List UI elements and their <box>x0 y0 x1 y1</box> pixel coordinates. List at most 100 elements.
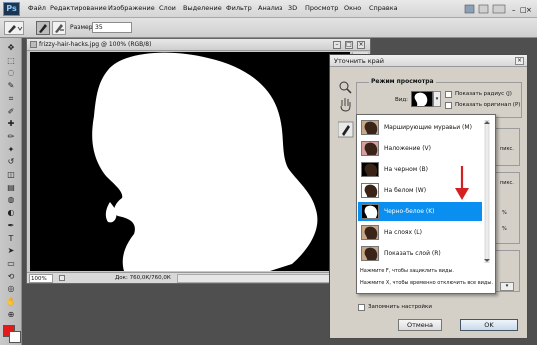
view-mode-option[interactable]: Черно-белое (K) <box>358 202 482 221</box>
brush-icon[interactable]: ✏ <box>4 131 18 143</box>
menu-view[interactable]: Просмотр <box>305 4 338 12</box>
menu-select[interactable]: Выделение <box>183 4 222 12</box>
minimize-icon[interactable]: – <box>333 41 341 49</box>
brush-preset-icon <box>8 25 23 33</box>
dodge-icon[interactable]: ◐ <box>4 207 18 219</box>
maximize-icon[interactable]: □ <box>345 41 353 49</box>
eraser-icon[interactable]: ◫ <box>4 169 18 181</box>
view-mode-option[interactable]: Показать слой (R) <box>358 244 482 263</box>
canvas-mask-preview[interactable] <box>30 52 350 271</box>
menu-bar: Ps Файл Редактирование Изображение Слои … <box>0 0 537 18</box>
menu-layers[interactable]: Слои <box>159 4 176 12</box>
photoshop-logo: Ps <box>3 2 20 16</box>
marquee-icon[interactable]: ⬚ <box>4 55 18 67</box>
crop-icon[interactable]: ⌗ <box>4 93 18 105</box>
view-mode-option-label: На белом (W) <box>384 187 427 194</box>
svg-text:×: × <box>526 6 532 14</box>
cancel-button[interactable]: Отмена <box>398 319 442 331</box>
view-mode-option-label: Черно-белое (K) <box>384 208 435 215</box>
refine-radius-icon <box>39 24 47 33</box>
remember-settings-checkbox[interactable] <box>358 304 365 311</box>
stamp-icon[interactable]: ✦ <box>4 144 18 156</box>
path-select-icon[interactable]: ➤ <box>4 245 18 257</box>
menu-help[interactable]: Справка <box>369 4 398 12</box>
dropdown-scrollbar-graphic <box>484 119 490 264</box>
show-original-checkbox[interactable] <box>445 102 452 109</box>
remember-settings-label: Запомнить настройки <box>368 304 432 310</box>
output-dropdown-arrow[interactable]: ▾ <box>500 282 514 291</box>
red-down-arrow-icon <box>455 166 469 200</box>
view-mode-option[interactable]: Наложение (V) <box>358 139 482 158</box>
dialog-close-icon[interactable]: × <box>515 57 524 65</box>
history-brush-icon[interactable]: ↺ <box>4 156 18 168</box>
view-mode-option[interactable]: Марширующие муравьи (M) <box>358 118 482 137</box>
shift-edge-unit: % <box>502 226 507 232</box>
view-mode-thumbnail <box>361 204 379 219</box>
document-status-bar: 100% Док: 760,0К/760,0К <box>27 272 370 283</box>
move-icon[interactable]: ✥ <box>4 42 18 54</box>
refine-radius-tool-button[interactable] <box>36 21 50 35</box>
view-mode-thumbnail <box>361 141 379 156</box>
size-label: Размер: <box>70 24 95 31</box>
dropdown-hint-cycle: Нажмите F, чтобы зациклить виды. <box>360 268 455 274</box>
view-label: Вид: <box>395 97 409 103</box>
blur-icon[interactable]: ◍ <box>4 194 18 206</box>
app-bar-icons: – □ × <box>463 3 533 15</box>
menu-image[interactable]: Изображение <box>108 4 155 12</box>
view-mode-option[interactable]: На слоях (L) <box>358 223 482 242</box>
menu-window[interactable]: Окно <box>344 4 361 12</box>
show-radius-label: Показать радиус (J) <box>455 91 512 97</box>
mask-silhouette <box>92 52 318 271</box>
menu-3d[interactable]: 3D <box>288 4 297 12</box>
view-mode-title: Режим просмотра <box>369 78 436 85</box>
view-mode-dropdown-toggle[interactable]: ▾ <box>433 91 441 107</box>
show-original-label: Показать оригинал (P) <box>455 102 521 108</box>
contrast-unit: % <box>502 210 507 216</box>
zoom-icon[interactable] <box>338 80 352 92</box>
view-mode-thumbnail[interactable] <box>411 91 433 107</box>
pen-icon[interactable]: ✒ <box>4 220 18 232</box>
document-icon <box>30 41 37 48</box>
zoom-level-field[interactable]: 100% <box>29 274 53 283</box>
ok-button[interactable]: OK <box>460 319 518 331</box>
smooth-unit: пикс. <box>500 180 514 186</box>
dialog-title: Уточнить край <box>334 57 384 65</box>
close-icon[interactable]: × <box>357 41 365 49</box>
view-mode-option-label: Показать слой (R) <box>384 250 441 257</box>
document-window: frizzy-hair-hacks.jpg @ 100% (RGB/8) – □… <box>26 38 371 284</box>
view-mode-thumbnail <box>361 162 379 177</box>
dropdown-scrollbar[interactable] <box>480 119 494 264</box>
view-mode-thumbnail <box>361 246 379 261</box>
hand-icon[interactable] <box>338 96 352 110</box>
view-mode-option-label: Наложение (V) <box>384 145 431 152</box>
tool-preset-button[interactable] <box>4 21 24 35</box>
type-icon[interactable]: T <box>4 233 18 245</box>
zoom-icon[interactable]: ⊕ <box>4 309 18 321</box>
view-mode-thumbnail <box>361 120 379 135</box>
thumbnail-silhouette <box>364 184 378 197</box>
eyedropper-icon[interactable]: ✐ <box>4 106 18 118</box>
menu-file[interactable]: Файл <box>28 4 46 12</box>
menu-filter[interactable]: Фильтр <box>226 4 252 12</box>
thumbnail-silhouette <box>364 226 378 239</box>
view-mode-option-label: На слоях (L) <box>384 229 422 236</box>
menu-analysis[interactable]: Анализ <box>258 4 283 12</box>
quick-select-icon[interactable]: ✎ <box>4 80 18 92</box>
show-radius-checkbox[interactable] <box>445 91 452 98</box>
size-input[interactable]: 35 <box>92 22 132 33</box>
app-bar-icons-graphic: – □ × <box>464 4 532 14</box>
background-color-swatch[interactable] <box>9 331 21 343</box>
lasso-icon[interactable]: ◌ <box>4 67 18 79</box>
healing-icon[interactable]: ✚ <box>4 118 18 130</box>
erase-refinements-tool-button[interactable] <box>52 21 66 35</box>
3d-rotate-icon[interactable]: ⟲ <box>4 271 18 283</box>
shape-icon[interactable]: ▭ <box>4 258 18 270</box>
gradient-icon[interactable]: ▤ <box>4 182 18 194</box>
3d-orbit-icon[interactable]: ◎ <box>4 283 18 295</box>
annotation-arrow <box>450 164 474 202</box>
hand-icon[interactable]: ✋ <box>4 296 18 308</box>
document-titlebar[interactable]: frizzy-hair-hacks.jpg @ 100% (RGB/8) – □… <box>27 39 370 51</box>
dialog-titlebar[interactable]: Уточнить край × <box>330 55 527 67</box>
refine-brush-icon[interactable] <box>338 122 354 138</box>
menu-edit[interactable]: Редактирование <box>50 4 107 12</box>
